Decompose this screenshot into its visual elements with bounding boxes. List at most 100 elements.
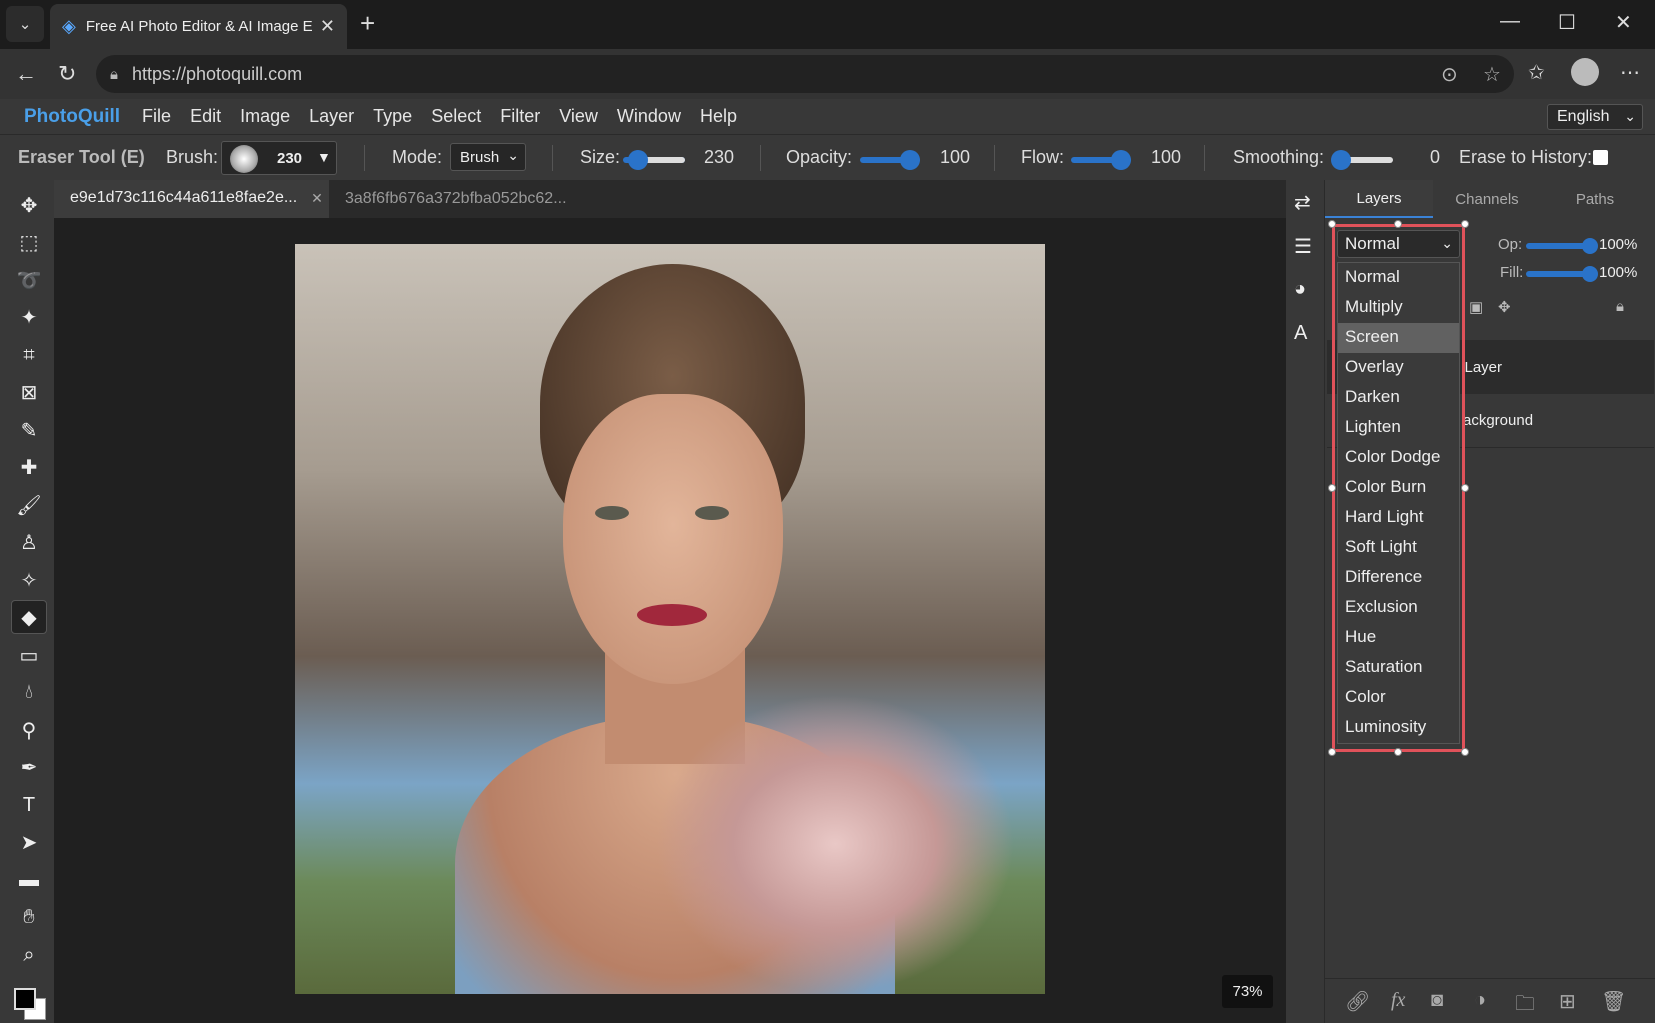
menu-edit[interactable]: Edit [190, 106, 221, 127]
tab-channels[interactable]: Channels [1433, 180, 1541, 218]
app-logo[interactable]: PhotoQuill [24, 106, 120, 128]
pen-tool-icon[interactable]: ✒ [11, 750, 47, 784]
lock-all-icon[interactable]: 🔒︎ [1616, 298, 1624, 315]
mode-select[interactable]: Brush ⌄ [450, 143, 526, 171]
flow-value: 100 [1151, 147, 1182, 167]
lock-pixels-icon[interactable]: ▣ [1469, 298, 1483, 316]
document-tab-label: 3a8f6fb676a372bfba052bc62... [345, 190, 567, 207]
history-panel-icon[interactable]: ⇄ [1294, 190, 1311, 215]
document-tab[interactable]: 3a8f6fb676a372bfba052bc62... [329, 180, 604, 218]
more-menu-icon[interactable]: ⋯ [1620, 60, 1640, 85]
tab-paths[interactable]: Paths [1541, 180, 1649, 218]
new-layer-icon[interactable]: ⊞ [1559, 989, 1576, 1014]
menu-file[interactable]: File [142, 106, 171, 127]
menu-filter[interactable]: Filter [500, 106, 540, 127]
close-document-icon[interactable]: ✕ [311, 190, 323, 207]
marquee-tool-icon[interactable]: ⬚ [11, 225, 47, 259]
size-slider-track[interactable] [645, 157, 685, 163]
magic-wand-tool-icon[interactable]: ✦ [11, 300, 47, 334]
menu-help[interactable]: Help [700, 106, 737, 127]
size-slider-handle[interactable] [628, 150, 648, 170]
lock-position-icon[interactable]: ✥ [1498, 298, 1511, 316]
divider [760, 145, 761, 171]
menu-image[interactable]: Image [240, 106, 290, 127]
browser-tab-title: Free AI Photo Editor & AI Image Ec [85, 18, 312, 35]
image-canvas[interactable] [295, 244, 1045, 994]
close-window-button[interactable]: ✕ [1615, 10, 1632, 35]
mode-value: Brush [460, 149, 500, 166]
blur-tool-icon[interactable]: 💧︎ [11, 675, 47, 709]
eyedropper-tool-icon[interactable]: ✎ [11, 413, 47, 447]
lasso-tool-icon[interactable]: ➰ [11, 263, 47, 297]
app-menu-bar: PhotoQuill File Edit Image Layer Type Se… [0, 99, 1655, 134]
frame-handle [1461, 220, 1469, 228]
adjustment-layer-icon[interactable]: ◑ [1474, 989, 1486, 1012]
eraser-tool-icon[interactable]: ◆ [11, 600, 47, 634]
document-tab-label: e9e1d73c116c44a611e8fae2e... [70, 189, 298, 206]
flow-slider-handle[interactable] [1111, 150, 1131, 170]
brush-tool-icon[interactable]: 🖌︎ [11, 488, 47, 522]
stamp-tool-icon[interactable]: ♙ [11, 525, 47, 559]
chevron-down-icon: ⌄ [18, 16, 32, 33]
url-field[interactable]: 🔒︎ https://photoquill.com ⊙ ☆ [96, 55, 1514, 93]
photo-lips [637, 604, 707, 626]
favorites-icon[interactable]: ✩ [1528, 60, 1545, 85]
crop-tool-icon[interactable]: ⌗ [11, 338, 47, 372]
tab-list-button[interactable]: ⌄ [6, 6, 44, 42]
minimize-button[interactable]: — [1500, 10, 1520, 33]
profile-avatar[interactable] [1571, 58, 1599, 86]
close-tab-icon[interactable]: ✕ [320, 16, 335, 37]
foreground-color-swatch[interactable] [14, 988, 36, 1010]
menu-layer[interactable]: Layer [309, 106, 354, 127]
back-button[interactable]: ← [15, 61, 37, 87]
reader-icon[interactable]: ⊙ [1441, 62, 1458, 87]
healing-tool-icon[interactable]: ✚ [11, 450, 47, 484]
menu-view[interactable]: View [559, 106, 598, 127]
link-layers-icon[interactable]: 🔗︎ [1345, 989, 1370, 1014]
maximize-button[interactable]: ☐ [1558, 10, 1576, 35]
menu-select[interactable]: Select [431, 106, 481, 127]
character-panel-icon[interactable]: A [1294, 322, 1307, 345]
language-select[interactable]: English ⌄ [1547, 104, 1643, 130]
shape-tool-icon[interactable]: ▬ [11, 863, 47, 897]
new-tab-button[interactable]: + [360, 8, 375, 39]
size-label: Size: [580, 147, 621, 167]
frame-handle [1394, 748, 1402, 756]
color-palette-icon[interactable]: ◕ [1294, 278, 1306, 301]
path-select-tool-icon[interactable]: ➤ [11, 825, 47, 859]
delete-layer-icon[interactable]: 🗑︎ [1601, 989, 1626, 1014]
dodge-tool-icon[interactable]: ⚲ [11, 713, 47, 747]
gradient-tool-icon[interactable]: ▭ [11, 638, 47, 672]
layers-panel-footer: 🔗︎ fx ◙ ◑ 🗀︎ ⊞ 🗑︎ [1325, 978, 1655, 1023]
browser-tab[interactable]: ◈ Free AI Photo Editor & AI Image Ec ✕ [50, 4, 347, 49]
opacity-label: Opacity: [786, 147, 853, 167]
divider [1204, 145, 1205, 171]
zoom-tool-icon[interactable]: ⌕ [11, 938, 47, 972]
adjustments-panel-icon[interactable]: ☰ [1294, 234, 1312, 259]
menu-window[interactable]: Window [617, 106, 681, 127]
hand-tool-icon[interactable]: ✋︎ [11, 900, 47, 934]
move-tool-icon[interactable]: ✥ [11, 188, 47, 222]
brush-picker[interactable]: 230 ▼ [221, 141, 337, 175]
history-brush-tool-icon[interactable]: ✧ [11, 563, 47, 597]
favorite-star-icon[interactable]: ☆ [1483, 62, 1501, 87]
opacity-slider-handle[interactable] [900, 150, 920, 170]
document-tab-active[interactable]: e9e1d73c116c44a611e8fae2e... ✕ [54, 180, 329, 218]
layer-opacity-handle[interactable] [1582, 238, 1598, 254]
language-value: English [1557, 108, 1610, 125]
smoothing-slider-handle[interactable] [1331, 150, 1351, 170]
tab-layers[interactable]: Layers [1325, 180, 1433, 218]
divider [994, 145, 995, 171]
layer-fill-slider[interactable] [1526, 271, 1586, 277]
erase-history-checkbox[interactable] [1593, 150, 1608, 165]
frame-handle [1461, 484, 1469, 492]
layer-opacity-slider[interactable] [1526, 243, 1586, 249]
refresh-button[interactable]: ↻ [58, 61, 76, 87]
layer-mask-icon[interactable]: ◙ [1431, 989, 1443, 1012]
layer-fill-handle[interactable] [1582, 266, 1598, 282]
menu-type[interactable]: Type [373, 106, 412, 127]
type-tool-icon[interactable]: T [11, 788, 47, 822]
layer-effects-icon[interactable]: fx [1391, 989, 1405, 1012]
new-group-icon[interactable]: 🗀︎ [1515, 989, 1535, 1023]
frame-tool-icon[interactable]: ⊠ [11, 375, 47, 409]
